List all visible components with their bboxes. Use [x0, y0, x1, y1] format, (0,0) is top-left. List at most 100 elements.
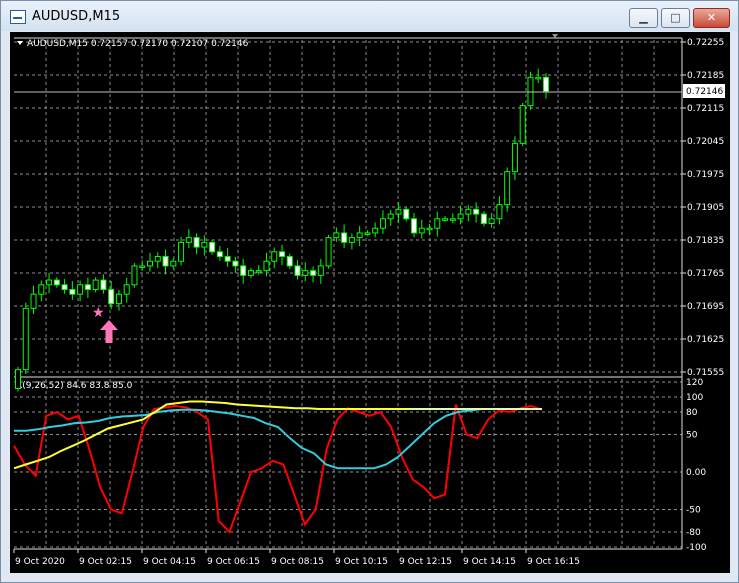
- main-chart-header: AUDUSD,M15 0.72157 0.72170 0.72107 0.721…: [27, 39, 249, 49]
- time-label: 9 Oct 02:15: [79, 557, 132, 567]
- candle-bear: [411, 218, 417, 234]
- indicator-header: R(9,26,52) 84.6 83.8 85.0: [16, 381, 133, 391]
- indicator-lines: [13, 400, 543, 534]
- chart-window: AUDUSD,M15 ▁ □ ✕ AUDUSD,M15 0.72157 0.72…: [0, 0, 739, 583]
- candle-bull: [356, 232, 363, 239]
- candle-bull: [115, 293, 122, 305]
- candle-bull: [92, 279, 99, 290]
- candle-bear: [100, 279, 107, 290]
- indicator-scale-label: -100: [686, 543, 707, 553]
- candle-bear: [193, 237, 200, 248]
- candle-bull: [317, 265, 324, 276]
- candle-bull: [496, 204, 503, 220]
- title-bar[interactable]: AUDUSD,M15 ▁ □ ✕: [1, 1, 738, 31]
- time-axis: 9 Oct 2020 9 Oct 02:15 9 Oct 04:15 9 Oct 06…: [13, 549, 580, 567]
- candle-bull: [255, 270, 262, 273]
- candle-bull: [30, 293, 37, 309]
- candle-bear: [286, 256, 293, 267]
- price-label: 0.71695: [687, 302, 724, 312]
- indicator-scale-label: 120: [686, 378, 703, 388]
- candle-bear: [341, 232, 348, 243]
- candle-bull: [511, 142, 518, 173]
- price-label: 0.72045: [687, 137, 724, 147]
- maximize-button[interactable]: □: [661, 8, 690, 28]
- candle-bull: [519, 105, 526, 144]
- candle-bull: [15, 369, 21, 389]
- time-label: 9 Oct 16:15: [527, 557, 580, 567]
- candle-bear: [310, 270, 317, 276]
- indicator-scale-label: 0.00: [686, 468, 706, 478]
- price-label: 0.72185: [687, 71, 724, 81]
- candle-bull: [22, 307, 29, 371]
- indicator-scale-label: 80: [686, 408, 698, 418]
- candle-bear: [279, 251, 285, 258]
- star-marker: ★: [92, 305, 105, 321]
- candle-bear: [162, 256, 169, 267]
- candle-bull: [201, 241, 208, 248]
- candle-bear: [543, 76, 549, 93]
- candle-bull: [504, 171, 511, 206]
- candle-bear: [473, 208, 480, 215]
- candle-bear: [480, 213, 487, 224]
- candle-bull: [263, 260, 270, 272]
- price-label: 0.71555: [687, 368, 724, 378]
- price-label: 0.71905: [687, 203, 724, 213]
- time-label: 9 Oct 06:15: [207, 557, 260, 567]
- candle-bear: [403, 208, 410, 220]
- candle-bear: [216, 251, 223, 258]
- candle-bull: [379, 218, 386, 229]
- current-price-label: 0.72146: [686, 87, 723, 97]
- close-button[interactable]: ✕: [693, 8, 730, 28]
- price-label: 0.72115: [687, 104, 724, 114]
- price-label: 0.72255: [687, 38, 724, 48]
- candle-bear: [53, 279, 60, 286]
- candle-bull: [442, 218, 449, 221]
- time-label: 9 Oct 04:15: [143, 557, 196, 567]
- candle-bull: [123, 284, 130, 295]
- time-label: 9 Oct 2020: [15, 557, 65, 567]
- candle-bull: [271, 251, 278, 262]
- time-label: 9 Oct 10:15: [335, 557, 388, 567]
- candle-bull: [147, 260, 153, 267]
- price-label: 0.71765: [687, 269, 724, 279]
- indicator-series-line: [13, 404, 543, 534]
- indicator-scale-label: -50: [686, 506, 701, 516]
- candle-bull: [333, 232, 340, 239]
- shift-marker-icon[interactable]: [552, 34, 558, 38]
- candle-bull: [302, 270, 309, 276]
- candle-bear: [108, 289, 115, 305]
- minimize-button[interactable]: ▁: [629, 8, 658, 28]
- price-label: 0.71835: [687, 236, 724, 246]
- candle-bull: [170, 260, 177, 267]
- indicator-scale-label: 50: [686, 431, 698, 441]
- candle-bull: [185, 237, 192, 243]
- time-label: 9 Oct 08:15: [271, 557, 324, 567]
- time-label: 9 Oct 14:15: [463, 557, 516, 567]
- candle-bear: [84, 284, 91, 291]
- chart-menu-triangle-icon[interactable]: [17, 41, 23, 45]
- candle-bull: [46, 279, 53, 286]
- candle-bull: [535, 76, 542, 80]
- chart-canvas[interactable]: AUDUSD,M15 0.72157 0.72170 0.72107 0.721…: [10, 32, 730, 573]
- candle-bull: [348, 237, 355, 243]
- candle-bull: [154, 256, 161, 262]
- candle-bull: [488, 218, 495, 225]
- indicator-scale: 120 100 80 50 0.00 -50 -80 -100: [686, 378, 707, 553]
- candle-bull: [426, 227, 433, 231]
- candle-bear: [294, 265, 301, 276]
- candle-bull: [418, 227, 425, 234]
- chart-area[interactable]: AUDUSD,M15 0.72157 0.72170 0.72107 0.721…: [10, 32, 730, 573]
- grid: [14, 40, 682, 548]
- time-label: 9 Oct 12:15: [399, 557, 452, 567]
- indicator-scale-label: -80: [686, 528, 701, 538]
- candle-bull: [77, 284, 84, 295]
- candle-bull: [372, 227, 379, 234]
- candle-bear: [61, 284, 68, 291]
- candle-bull: [395, 208, 402, 215]
- candle-bull: [325, 237, 332, 267]
- candle-bull: [434, 218, 441, 229]
- up-arrow-icon: [100, 320, 118, 343]
- indicator-scale-label: 100: [686, 393, 703, 403]
- candle-bear: [224, 256, 231, 262]
- candle-bull: [465, 208, 472, 215]
